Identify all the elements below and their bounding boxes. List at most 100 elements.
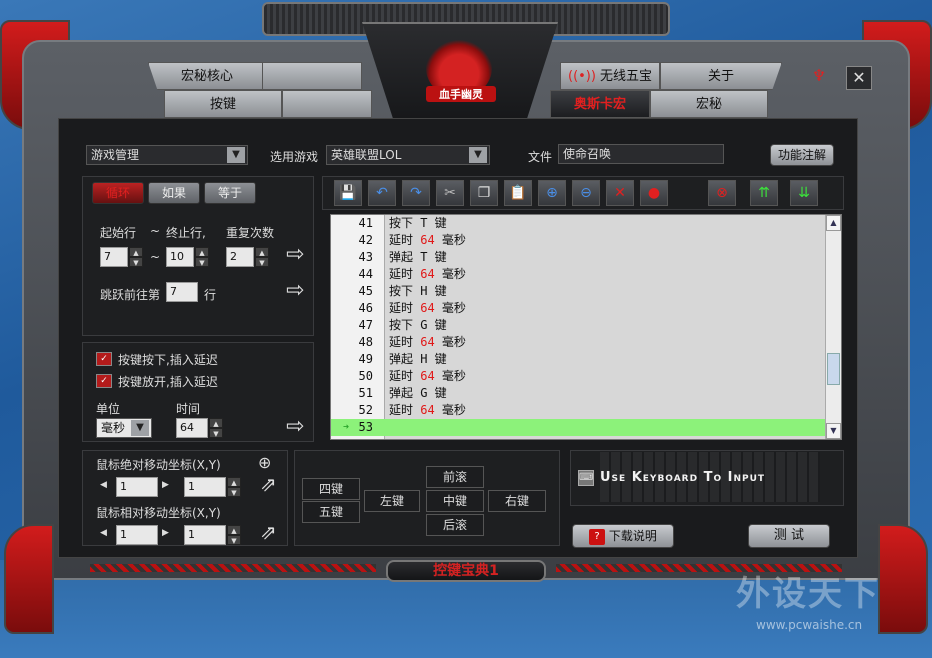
stepper-down-icon[interactable]: ▼ <box>129 257 143 267</box>
line-command: 延时 64 毫秒 <box>389 232 466 249</box>
undo-icon[interactable]: ↶ <box>368 180 396 206</box>
stepper-up-icon[interactable]: ▲ <box>255 247 269 257</box>
paste-icon[interactable]: 📋 <box>504 180 532 206</box>
game-manage-select[interactable]: 游戏管理 ▼ <box>86 145 248 165</box>
script-line[interactable]: ➜ 53 <box>331 419 827 436</box>
download-manual-button[interactable]: ? 下载说明 <box>572 524 674 548</box>
script-line[interactable]: 42 延时 64 毫秒 <box>331 232 827 249</box>
watermark-url: www.pcwaishe.cn <box>756 618 863 632</box>
delete-icon[interactable]: ✕ <box>606 180 634 206</box>
import-icon[interactable]: ⇈ <box>750 180 778 206</box>
tab-macro-secret[interactable]: 宏秘 <box>650 90 768 118</box>
tab-wireless[interactable]: ((•)) 无线五宝 <box>560 62 660 90</box>
insert-loop-arrow-icon[interactable]: ⇨ <box>286 242 304 267</box>
clear-all-icon[interactable]: ⊗ <box>708 180 736 206</box>
rel-x-value[interactable]: 1 <box>116 525 158 545</box>
line-number: 41 <box>358 216 373 230</box>
mouse-key5-button[interactable]: 五键 <box>302 501 360 523</box>
stepper-up-icon[interactable]: ▲ <box>209 418 223 428</box>
stepper-up-icon[interactable]: ▲ <box>129 247 143 257</box>
abs-y-value[interactable]: 1 <box>184 477 226 497</box>
crosshair-icon[interactable]: ⊕ <box>258 453 271 472</box>
insert-jump-arrow-icon[interactable]: ⇨ <box>286 278 304 303</box>
copy-icon[interactable]: ❐ <box>470 180 498 206</box>
if-button[interactable]: 如果 <box>148 182 200 204</box>
line-command: 延时 64 毫秒 <box>389 300 466 317</box>
release-insert-delay-checkbox[interactable]: ✓ <box>96 374 112 388</box>
stepper-down-icon[interactable]: ▼ <box>195 257 209 267</box>
script-line[interactable]: 50 延时 64 毫秒 <box>331 368 827 385</box>
keyboard-input-checkbox[interactable]: ⌨ <box>578 470 594 486</box>
line-number: 50 <box>358 369 373 383</box>
stepper-down-icon[interactable]: ▼ <box>227 535 241 545</box>
end-row-value[interactable]: 10 <box>166 247 194 267</box>
start-row-value[interactable]: 7 <box>100 247 128 267</box>
delay-unit: 毫秒 <box>434 403 466 417</box>
press-insert-delay-checkbox[interactable]: ✓ <box>96 352 112 366</box>
loop-button[interactable]: 循环 <box>92 182 144 204</box>
abs-x-value[interactable]: 1 <box>116 477 158 497</box>
script-line[interactable]: 48 延时 64 毫秒 <box>331 334 827 351</box>
script-line[interactable]: 49 弹起 H 键 <box>331 351 827 368</box>
script-line[interactable]: 44 延时 64 毫秒 <box>331 266 827 283</box>
command-text: 延时 <box>389 301 421 315</box>
arrow-left-icon[interactable]: ◀ <box>100 528 107 538</box>
insert-abs-move-arrow-icon[interactable]: ⇗ <box>260 472 277 496</box>
move-down-icon[interactable]: ⊖ <box>572 180 600 206</box>
unit-select[interactable]: 毫秒 ▼ <box>96 418 152 438</box>
cut-icon[interactable]: ✂ <box>436 180 464 206</box>
script-line[interactable]: 45 按下 H 键 <box>331 283 827 300</box>
tab-about[interactable]: 关于 <box>660 62 782 90</box>
script-line[interactable]: 47 按下 G 键 <box>331 317 827 334</box>
scroll-down-icon[interactable]: ▼ <box>826 423 841 439</box>
equal-button[interactable]: 等于 <box>204 182 256 204</box>
arrow-right-icon[interactable]: ▶ <box>162 480 169 490</box>
insert-rel-move-arrow-icon[interactable]: ⇗ <box>260 520 277 544</box>
arrow-left-icon[interactable]: ◀ <box>100 480 107 490</box>
arrow-right-icon[interactable]: ▶ <box>162 528 169 538</box>
move-up-icon[interactable]: ⊕ <box>538 180 566 206</box>
tab-macro-core[interactable]: 宏秘核心 <box>148 62 266 90</box>
stepper-down-icon[interactable]: ▼ <box>227 487 241 497</box>
jump-row-value[interactable]: 7 <box>166 282 198 302</box>
script-editor[interactable]: 41 按下 T 键 42 延时 64 毫秒 43 弹起 T 键 44 延时 64 毫秒 45 按下… <box>330 214 842 440</box>
time-value[interactable]: 64 <box>176 418 208 438</box>
line-command: 延时 64 毫秒 <box>389 368 466 385</box>
stepper-up-icon[interactable]: ▲ <box>227 525 241 535</box>
mouse-scroll-down-button[interactable]: 后滚 <box>426 514 484 536</box>
command-text: 延时 <box>389 403 421 417</box>
stepper-down-icon[interactable]: ▼ <box>209 428 223 438</box>
select-game-dropdown[interactable]: 英雄联盟LOL ▼ <box>326 145 490 165</box>
insert-delay-arrow-icon[interactable]: ⇨ <box>286 414 304 439</box>
stepper-up-icon[interactable]: ▲ <box>195 247 209 257</box>
script-line[interactable]: 43 弹起 T 键 <box>331 249 827 266</box>
mouse-middle-button[interactable]: 中键 <box>426 490 484 512</box>
script-line[interactable]: 51 弹起 G 键 <box>331 385 827 402</box>
test-button[interactable]: 测 试 <box>748 524 830 548</box>
joystick-icon[interactable]: ♆ <box>808 66 830 90</box>
script-line[interactable]: 52 延时 64 毫秒 <box>331 402 827 419</box>
file-name-field[interactable]: 使命召唤 <box>558 144 724 164</box>
scroll-thumb[interactable] <box>827 353 840 385</box>
close-button[interactable]: ✕ <box>846 66 872 90</box>
function-notes-button[interactable]: 功能注解 <box>770 144 834 166</box>
script-line[interactable]: 46 延时 64 毫秒 <box>331 300 827 317</box>
export-icon[interactable]: ⇊ <box>790 180 818 206</box>
tab-keys[interactable]: 按键 <box>164 90 282 118</box>
mouse-left-button[interactable]: 左键 <box>364 490 420 512</box>
save-icon[interactable]: 💾 <box>334 180 362 206</box>
tab-oscar-macro[interactable]: 奥斯卡宏 <box>550 90 650 118</box>
record-icon[interactable]: ● <box>640 180 668 206</box>
redo-icon[interactable]: ↷ <box>402 180 430 206</box>
stepper-up-icon[interactable]: ▲ <box>227 477 241 487</box>
stepper-down-icon[interactable]: ▼ <box>255 257 269 267</box>
line-number: 48 <box>358 335 373 349</box>
rel-y-value[interactable]: 1 <box>184 525 226 545</box>
script-line[interactable]: 41 按下 T 键 <box>331 215 827 232</box>
scroll-up-icon[interactable]: ▲ <box>826 215 841 231</box>
repeat-count-value[interactable]: 2 <box>226 247 254 267</box>
mouse-right-button[interactable]: 右键 <box>488 490 546 512</box>
mouse-scroll-up-button[interactable]: 前滚 <box>426 466 484 488</box>
editor-scrollbar[interactable]: ▲ ▼ <box>825 215 841 439</box>
mouse-key4-button[interactable]: 四键 <box>302 478 360 500</box>
